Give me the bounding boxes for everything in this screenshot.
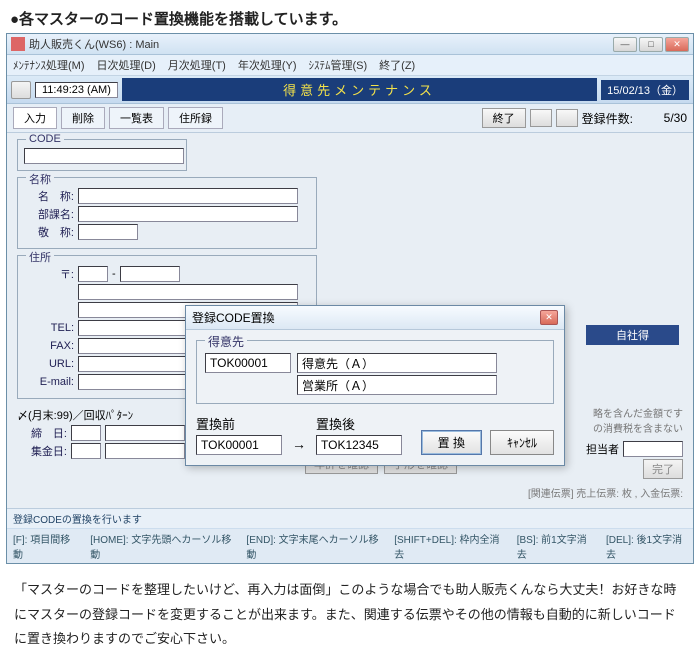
code-label: CODE	[26, 133, 64, 145]
close-day-label: 締 日:	[17, 425, 67, 441]
help-bs: [BS]: 前1文字消去	[517, 531, 592, 561]
next-icon[interactable]	[556, 109, 578, 127]
name-field[interactable]	[78, 188, 298, 204]
dialog-name1-field: 得意先（Ａ）	[297, 353, 497, 373]
help-bar: [F]: 項目間移動 [HOME]: 文字先頭へカーソル移動 [END]: 文字…	[7, 528, 693, 563]
minimize-button[interactable]: —	[613, 37, 637, 52]
dialog-close-button[interactable]: ✕	[540, 310, 558, 325]
collect-day-field[interactable]	[71, 443, 101, 459]
close-pat-field[interactable]	[105, 425, 185, 441]
tel-label: TEL:	[24, 322, 74, 334]
code-field[interactable]	[24, 148, 184, 164]
screen-title: 得意先メンテナンス	[122, 78, 597, 101]
related-label: [関連伝票] 売上伝票:	[528, 489, 619, 500]
dialog-name2-field: 営業所（Ａ）	[297, 375, 497, 395]
related-unit: 枚 , 入金伝票:	[622, 489, 683, 500]
menubar: ﾒﾝﾃﾅﾝｽ処理(M) 日次処理(D) 月次処理(T) 年次処理(Y) ｼｽﾃﾑ…	[7, 55, 693, 76]
code-replace-dialog: 登録CODE置換 ✕ 得意先 TOK00001 得意先（Ａ） 営業所（Ａ）	[185, 305, 565, 466]
tab-address[interactable]: 住所録	[168, 107, 223, 129]
dialog-title: 登録CODE置換	[192, 309, 275, 326]
app-icon	[11, 37, 25, 51]
date-display: 15/02/13（金）	[601, 80, 689, 100]
dept-field[interactable]	[78, 206, 298, 222]
close-button[interactable]: ✕	[665, 37, 689, 52]
tabs-row: 入力 削除 一覧表 住所録 終了 登録件数: 5/30	[7, 104, 693, 133]
dialog-titlebar: 登録CODE置換 ✕	[186, 306, 564, 330]
person-label: 担当者	[586, 441, 619, 457]
zip1-field[interactable]	[78, 266, 108, 282]
print-icon[interactable]	[11, 81, 31, 99]
toolbar: 11:49:23 (AM) 得意先メンテナンス 15/02/13（金）	[7, 76, 693, 104]
addr-group-label: 住所	[26, 249, 54, 265]
titlebar: 助人販売くん(WS6) : Main — □ ✕	[7, 34, 693, 55]
dialog-group-label: 得意先	[205, 333, 247, 350]
collect-day-label: 集金日:	[17, 443, 67, 459]
self-company-badge: 自社得	[586, 325, 679, 345]
footer-description: 「マスターのコードを整理したいけど、再入力は面倒」このような場合でも助人販売くん…	[0, 564, 700, 672]
honor-field[interactable]	[78, 224, 138, 240]
dept-label: 部課名:	[24, 206, 74, 222]
end-button[interactable]: 終了	[482, 108, 526, 128]
page-heading: ●各マスターのコード置換機能を搭載しています。	[0, 0, 700, 33]
tab-input[interactable]: 入力	[13, 107, 57, 129]
close-day-field[interactable]	[71, 425, 101, 441]
help-del: [DEL]: 後1文字消去	[606, 531, 687, 561]
tab-list[interactable]: 一覧表	[109, 107, 164, 129]
app-window: 助人販売くん(WS6) : Main — □ ✕ ﾒﾝﾃﾅﾝｽ処理(M) 日次処…	[6, 33, 694, 564]
arrow-icon: →	[292, 436, 306, 455]
email-label: E-mail:	[24, 376, 74, 388]
help-shiftdel: [SHIFT+DEL]: 枠内全消去	[394, 531, 502, 561]
window-title: 助人販売くん(WS6) : Main	[29, 36, 613, 52]
reg-count-label: 登録件数:	[582, 110, 633, 127]
fax-label: FAX:	[24, 340, 74, 352]
menu-monthly[interactable]: 月次処理(T)	[168, 57, 226, 73]
reg-count-value: 5/30	[637, 111, 687, 125]
menu-daily[interactable]: 日次処理(D)	[97, 57, 156, 73]
zip-dash: -	[112, 268, 116, 280]
name-label: 名 称:	[24, 188, 74, 204]
honor-label: 敬 称:	[24, 224, 74, 240]
after-label: 置換後	[316, 414, 402, 433]
zip-label: 〒:	[24, 266, 74, 282]
before-field[interactable]: TOK00001	[196, 435, 282, 455]
person-field[interactable]	[623, 441, 683, 457]
dialog-code-field[interactable]: TOK00001	[205, 353, 291, 373]
maximize-button[interactable]: □	[639, 37, 663, 52]
menu-yearly[interactable]: 年次処理(Y)	[238, 57, 297, 73]
help-f: [F]: 項目間移動	[13, 531, 76, 561]
name-group-label: 名称	[26, 171, 54, 187]
help-end: [END]: 文字末尾へカーソル移動	[246, 531, 380, 561]
menu-maintenance[interactable]: ﾒﾝﾃﾅﾝｽ処理(M)	[13, 57, 85, 73]
addr1-field[interactable]	[78, 284, 298, 300]
menu-exit[interactable]: 終了(Z)	[379, 57, 415, 73]
cancel-button[interactable]: ｷｬﾝｾﾙ	[490, 430, 554, 455]
help-home: [HOME]: 文字先頭へカーソル移動	[90, 531, 232, 561]
after-field[interactable]: TOK12345	[316, 435, 402, 455]
zip2-field[interactable]	[120, 266, 180, 282]
menu-system[interactable]: ｼｽﾃﾑ管理(S)	[309, 57, 368, 73]
before-label: 置換前	[196, 414, 282, 433]
prev-icon[interactable]	[530, 109, 552, 127]
recurr-label: 〆(月末:99)／回収ﾊﾟﾀｰﾝ	[17, 407, 133, 423]
replace-button[interactable]: 置 換	[421, 430, 482, 455]
done-button[interactable]: 完了	[643, 459, 683, 479]
tab-delete[interactable]: 削除	[61, 107, 105, 129]
collect-pat-field[interactable]	[105, 443, 185, 459]
time-display: 11:49:23 (AM)	[35, 82, 118, 98]
form-area: CODE 名称 名 称: 部課名: 敬 称: 自社得 住所 〒: - TEL: F…	[7, 133, 693, 508]
status-bar: 登録CODEの置換を行います	[7, 508, 693, 528]
url-label: URL:	[24, 358, 74, 370]
